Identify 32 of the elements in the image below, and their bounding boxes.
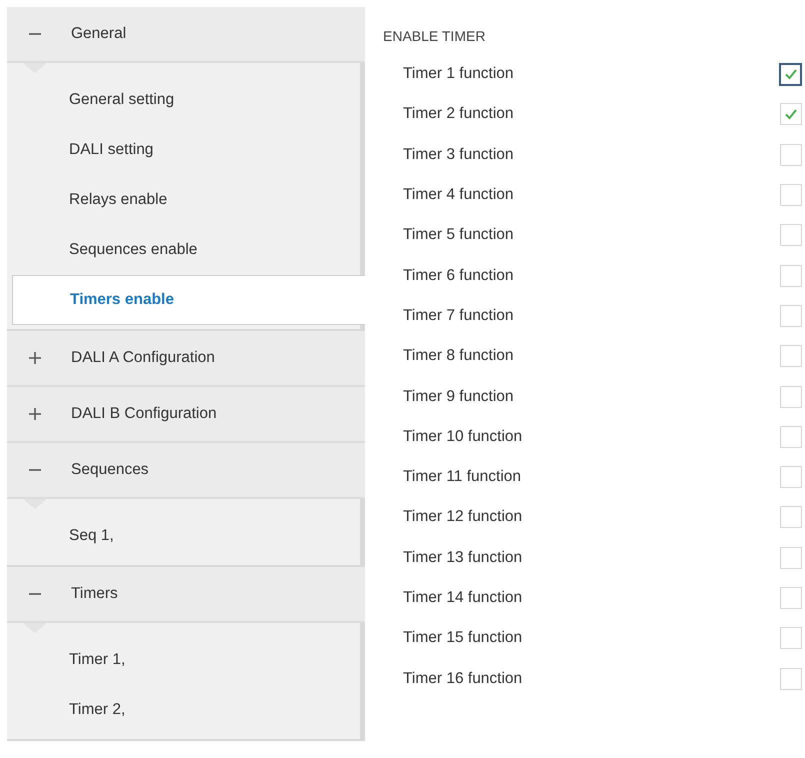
sidebar-item[interactable]: General setting (7, 75, 360, 125)
option-label: Timer 11 function (403, 468, 522, 486)
sidebar-item[interactable]: Timers enable (12, 275, 365, 325)
option-label: Timer 10 function (403, 428, 522, 446)
option-label: Timer 7 function (403, 306, 514, 325)
section-header[interactable]: General (7, 7, 365, 63)
sidebar-item[interactable]: Sequences enable (7, 225, 360, 275)
section-header[interactable]: DALI B Configuration (7, 387, 365, 443)
section-title: ENABLE TIMER (383, 27, 486, 46)
plus-icon (29, 408, 41, 420)
option-label: Timer 16 function (403, 670, 522, 688)
option-label: Timer 12 function (403, 508, 522, 526)
section-header[interactable]: Timers (7, 567, 365, 623)
option-label: Timer 13 function (403, 548, 522, 567)
sidebar-item[interactable]: Relays enable (7, 175, 360, 225)
sidebar-item[interactable]: Timer 1, (7, 635, 360, 685)
section-header[interactable]: Sequences (7, 443, 365, 499)
sidebar-item[interactable]: Timer 2, (7, 685, 360, 735)
option-label: Timer 3 function (403, 146, 514, 164)
option-label: Timer 1 function (403, 65, 514, 84)
option-label: Timer 8 function (403, 347, 514, 366)
option-label: Timer 2 function (403, 105, 514, 124)
option-label: Timer 5 function (403, 226, 514, 244)
option-label: Timer 14 function (403, 589, 522, 607)
option-label: Timer 15 function (403, 629, 522, 648)
sidebar-item[interactable]: Seq 1, (7, 511, 360, 561)
section-header[interactable]: DALI A Configuration (7, 331, 365, 387)
sidebar-item[interactable]: DALI setting (7, 125, 360, 175)
option-label: Timer 9 function (403, 388, 514, 406)
plus-icon (29, 352, 41, 364)
option-label: Timer 4 function (403, 186, 514, 204)
option-label: Timer 6 function (403, 266, 514, 285)
